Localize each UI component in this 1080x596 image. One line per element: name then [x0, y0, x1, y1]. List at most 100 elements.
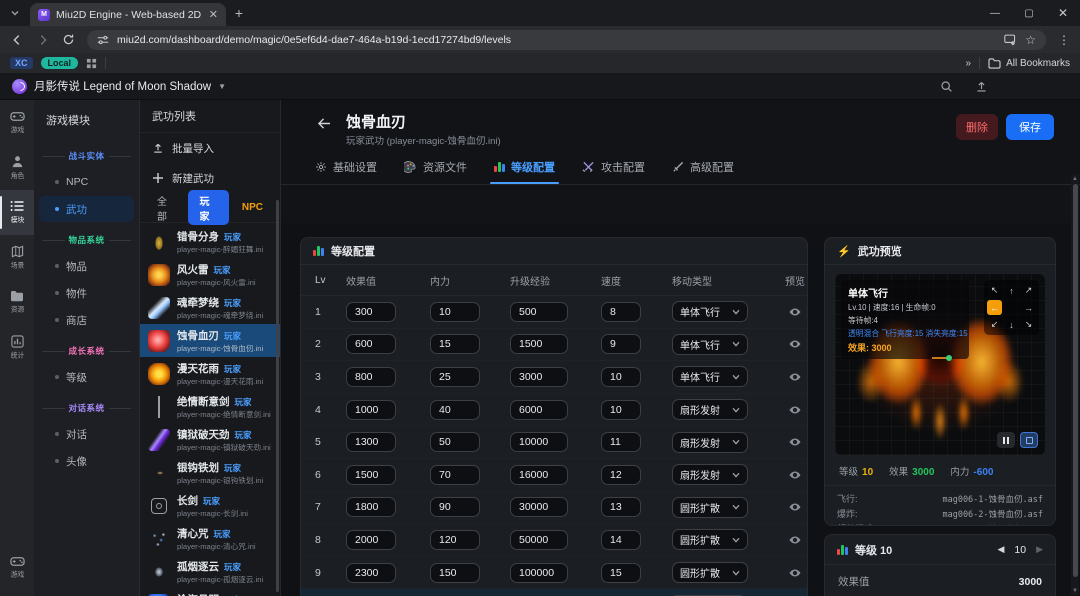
skill-item[interactable]: 镇狱破天劲玩家player-magic-镇狱破天劲.ini — [140, 423, 280, 456]
preview-eye-button[interactable] — [789, 339, 801, 349]
bookmark-local[interactable]: Local — [41, 57, 79, 69]
effect-input[interactable] — [346, 432, 396, 452]
mp-input[interactable] — [430, 432, 480, 452]
direction-arrow-icon[interactable]: ↑ — [1004, 283, 1019, 298]
effect-input[interactable] — [346, 367, 396, 387]
sidebar-item-商店[interactable]: 商店 — [39, 307, 134, 333]
direction-arrow-icon[interactable]: ↗ — [1021, 283, 1036, 298]
speed-input[interactable] — [601, 400, 641, 420]
effect-input[interactable] — [346, 334, 396, 354]
direction-arrow-icon[interactable] — [1004, 300, 1019, 315]
skill-item[interactable]: 长剑玩家player-magic-长剑.ini — [140, 489, 280, 522]
scroll-up-icon[interactable]: ▲ — [1071, 174, 1079, 183]
apps-grid-icon[interactable] — [86, 58, 97, 69]
skill-item[interactable]: 错骨分身玩家player-magic-醉媚狂舞.ini — [140, 225, 280, 258]
exp-input[interactable] — [510, 334, 568, 354]
minimize-button[interactable]: — — [978, 0, 1012, 26]
rail-item-5[interactable]: 统计 — [0, 325, 34, 370]
preview-eye-button[interactable] — [789, 535, 801, 545]
rail-item-bottom[interactable]: 游戏 — [0, 545, 34, 590]
list-scrollbar[interactable] — [276, 200, 279, 592]
maximize-button[interactable]: ▢ — [1012, 0, 1046, 26]
all-bookmarks-button[interactable]: All Bookmarks — [988, 58, 1070, 69]
move-type-select[interactable]: 圆形扩散 — [672, 497, 748, 518]
mp-input[interactable] — [430, 400, 480, 420]
mp-input[interactable] — [430, 334, 480, 354]
effect-input[interactable] — [346, 563, 396, 583]
speed-input[interactable] — [601, 334, 641, 354]
skill-item[interactable]: 孤烟逐云玩家player-magic-孤烟逐云.ini — [140, 555, 280, 588]
batch-import-button[interactable]: 批量导入 — [140, 133, 280, 163]
move-type-select[interactable]: 扇形发射 — [672, 399, 748, 420]
filter-NPC[interactable]: NPC — [235, 200, 270, 215]
exp-input[interactable] — [510, 530, 568, 550]
new-skill-button[interactable]: 新建武功 — [140, 163, 280, 193]
speed-input[interactable] — [601, 367, 641, 387]
filter-玩家[interactable]: 玩家 — [188, 190, 228, 225]
url-text[interactable]: miu2d.com/dashboard/demo/magic/0e5ef6d4-… — [117, 34, 996, 46]
speed-input[interactable] — [601, 432, 641, 452]
exp-input[interactable] — [510, 302, 568, 322]
scrollbar-thumb[interactable] — [1073, 184, 1078, 577]
sidebar-item-等级[interactable]: 等级 — [39, 364, 134, 390]
sidebar-item-对话[interactable]: 对话 — [39, 421, 134, 447]
grid-toggle-button[interactable] — [1020, 432, 1038, 448]
effect-input[interactable] — [346, 400, 396, 420]
speed-input[interactable] — [601, 530, 641, 550]
browser-tab[interactable]: M Miu2D Engine - Web-based 2D ✕ — [30, 3, 226, 26]
preview-eye-button[interactable] — [789, 307, 801, 317]
tab-search-chevron-icon[interactable] — [0, 0, 30, 26]
tab-等级配置[interactable]: 等级配置 — [494, 160, 555, 184]
preview-eye-button[interactable] — [789, 405, 801, 415]
speed-input[interactable] — [601, 465, 641, 485]
rail-item-0[interactable]: 游戏 — [0, 100, 34, 145]
preview-eye-button[interactable] — [789, 437, 801, 447]
upload-icon[interactable] — [975, 80, 988, 93]
direction-arrow-icon[interactable]: ↓ — [1004, 317, 1019, 332]
exp-input[interactable] — [510, 563, 568, 583]
reload-icon[interactable] — [62, 33, 75, 46]
back-icon[interactable] — [10, 33, 24, 47]
exp-input[interactable] — [510, 400, 568, 420]
move-type-select[interactable]: 圆形扩散 — [672, 529, 748, 550]
effect-input[interactable] — [346, 302, 396, 322]
exp-input[interactable] — [510, 497, 568, 517]
tab-攻击配置[interactable]: 攻击配置 — [582, 160, 645, 184]
skill-item[interactable]: 风火雷玩家player-magic-风火雷.ini — [140, 258, 280, 291]
mp-input[interactable] — [430, 530, 480, 550]
send-to-device-icon[interactable] — [1004, 34, 1017, 46]
tab-close-icon[interactable]: ✕ — [209, 8, 218, 21]
preview-eye-button[interactable] — [789, 372, 801, 382]
rail-item-2[interactable]: 模块 — [0, 190, 34, 235]
speed-input[interactable] — [601, 497, 641, 517]
move-type-select[interactable]: 单体飞行 — [672, 301, 748, 322]
skill-item[interactable]: 绝情断意剑玩家player-magic-绝情断意剑.ini — [140, 390, 280, 423]
project-title[interactable]: 月影传说 Legend of Moon Shadow — [34, 78, 211, 94]
rail-item-1[interactable]: 角色 — [0, 145, 34, 190]
preview-viewport[interactable]: 单体飞行 Lv.10 | 速度:16 | 生命帧:0 等待帧:4 透明混合 飞行… — [835, 274, 1045, 455]
effect-input[interactable] — [346, 465, 396, 485]
exp-input[interactable] — [510, 432, 568, 452]
direction-arrow-icon[interactable]: ↙ — [987, 317, 1002, 332]
delete-button[interactable]: 删除 — [956, 114, 998, 140]
search-icon[interactable] — [940, 80, 953, 93]
new-tab-button[interactable]: + — [226, 0, 252, 26]
tab-高级配置[interactable]: 高级配置 — [672, 160, 734, 184]
sidebar-item-物品[interactable]: 物品 — [39, 253, 134, 279]
sidebar-item-NPC[interactable]: NPC — [39, 169, 134, 195]
exp-input[interactable] — [510, 367, 568, 387]
bookmarks-overflow-icon[interactable]: » — [966, 58, 972, 69]
skill-item[interactable]: 魂牵梦绕玩家player-magic-魂牵梦绕.ini — [140, 291, 280, 324]
effect-input[interactable] — [346, 530, 396, 550]
skill-item[interactable]: 清心咒玩家player-magic-清心咒.ini — [140, 522, 280, 555]
bookmark-star-icon[interactable]: ☆ — [1025, 33, 1036, 47]
direction-arrow-icon[interactable]: ↘ — [1021, 317, 1036, 332]
prev-level-icon[interactable]: ◀ — [997, 544, 1004, 555]
save-button[interactable]: 保存 — [1006, 114, 1054, 140]
move-type-select[interactable]: 单体飞行 — [672, 366, 748, 387]
mp-input[interactable] — [430, 465, 480, 485]
speed-input[interactable] — [601, 302, 641, 322]
mp-input[interactable] — [430, 302, 480, 322]
skill-item[interactable]: 蚀骨血刃玩家player-magic-蚀骨血仞.ini — [140, 324, 280, 357]
exp-input[interactable] — [510, 465, 568, 485]
